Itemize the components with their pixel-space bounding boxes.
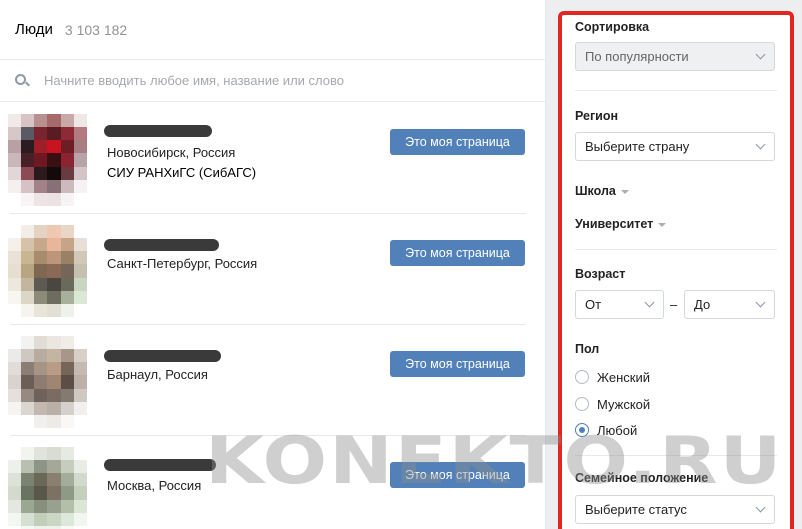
- person-university: СИУ РАНХиГС (СибАГС): [107, 165, 257, 180]
- person-city: Санкт-Петербург, Россия: [107, 256, 258, 271]
- divider: [575, 249, 777, 250]
- age-range-dash: –: [670, 297, 678, 312]
- caret-down-icon: [658, 222, 667, 227]
- avatar[interactable]: [8, 336, 100, 428]
- page: Люди 3 103 182 Новосибирск, Россия СИУ Р…: [0, 0, 802, 529]
- marital-status-select[interactable]: Выберите статус: [575, 495, 775, 524]
- chevron-down-icon: [755, 139, 766, 150]
- caret-down-icon: [620, 189, 629, 194]
- search-results-panel: Люди 3 103 182 Новосибирск, Россия СИУ Р…: [0, 0, 546, 529]
- age-label: Возраст: [575, 267, 626, 281]
- chevron-down-icon: [644, 297, 655, 308]
- search-filters-panel: Сортировка По популярности Регион Выбери…: [558, 11, 794, 529]
- age-to-select[interactable]: До: [684, 290, 775, 319]
- divider: [575, 90, 777, 91]
- person-row: Санкт-Петербург, Россия Это моя страница: [0, 214, 546, 325]
- marital-status-value: Выберите статус: [585, 502, 687, 517]
- age-from-select[interactable]: От: [575, 290, 664, 319]
- this-is-my-page-button[interactable]: Это моя страница: [390, 129, 525, 155]
- person-city: Барнаул, Россия: [107, 367, 208, 382]
- sort-select-value: По популярности: [585, 49, 689, 64]
- this-is-my-page-button[interactable]: Это моя страница: [390, 351, 525, 377]
- marital-status-label: Семейное положение: [575, 471, 709, 485]
- country-select-value: Выберите страну: [585, 139, 690, 154]
- gender-option-label: Женский: [597, 369, 650, 385]
- gender-radio-male[interactable]: Мужской: [575, 396, 650, 412]
- gender-option-label: Мужской: [597, 396, 651, 412]
- gender-label: Пол: [575, 342, 600, 356]
- gender-radio-any[interactable]: Любой: [575, 422, 637, 438]
- radio-button[interactable]: [575, 370, 589, 384]
- radio-button-checked[interactable]: [575, 423, 589, 437]
- country-select[interactable]: Выберите страну: [575, 132, 775, 161]
- results-header: Люди 3 103 182: [0, 0, 545, 60]
- search-input[interactable]: [44, 73, 484, 88]
- chevron-down-icon: [755, 502, 766, 513]
- avatar[interactable]: [8, 225, 100, 317]
- school-filter-toggle[interactable]: Школа: [575, 184, 629, 198]
- school-label: Школа: [575, 184, 616, 198]
- gender-option-label: Любой: [597, 422, 638, 438]
- person-name-redacted[interactable]: [104, 350, 221, 362]
- divider: [575, 455, 777, 456]
- person-row: Новосибирск, Россия СИУ РАНХиГС (СибАГС)…: [0, 103, 546, 214]
- person-city: Новосибирск, Россия: [107, 145, 236, 160]
- this-is-my-page-button[interactable]: Это моя страница: [390, 240, 525, 266]
- region-label: Регион: [575, 109, 619, 123]
- avatar[interactable]: [8, 447, 100, 529]
- this-is-my-page-button[interactable]: Это моя страница: [390, 462, 525, 488]
- search-icon: [14, 73, 30, 89]
- person-name-redacted[interactable]: [104, 459, 216, 471]
- person-row: Барнаул, Россия Это моя страница: [0, 325, 546, 436]
- chevron-down-icon: [755, 49, 766, 60]
- person-name-redacted[interactable]: [104, 239, 219, 251]
- sort-select[interactable]: По популярности: [575, 42, 775, 71]
- radio-button[interactable]: [575, 397, 589, 411]
- person-city: Москва, Россия: [107, 478, 202, 493]
- page-title: Люди: [15, 21, 53, 38]
- university-filter-toggle[interactable]: Университет: [575, 217, 667, 231]
- person-row: Москва, Россия Это моя страница: [0, 436, 546, 529]
- age-to-value: До: [694, 297, 711, 312]
- person-name-redacted[interactable]: [104, 125, 212, 137]
- search-bar: [0, 60, 545, 102]
- age-from-value: От: [585, 297, 602, 312]
- chevron-down-icon: [755, 297, 766, 308]
- avatar[interactable]: [8, 114, 100, 206]
- university-label: Университет: [575, 217, 654, 231]
- gender-radio-female[interactable]: Женский: [575, 369, 650, 385]
- sort-label: Сортировка: [575, 20, 650, 34]
- results-count: 3 103 182: [64, 21, 128, 38]
